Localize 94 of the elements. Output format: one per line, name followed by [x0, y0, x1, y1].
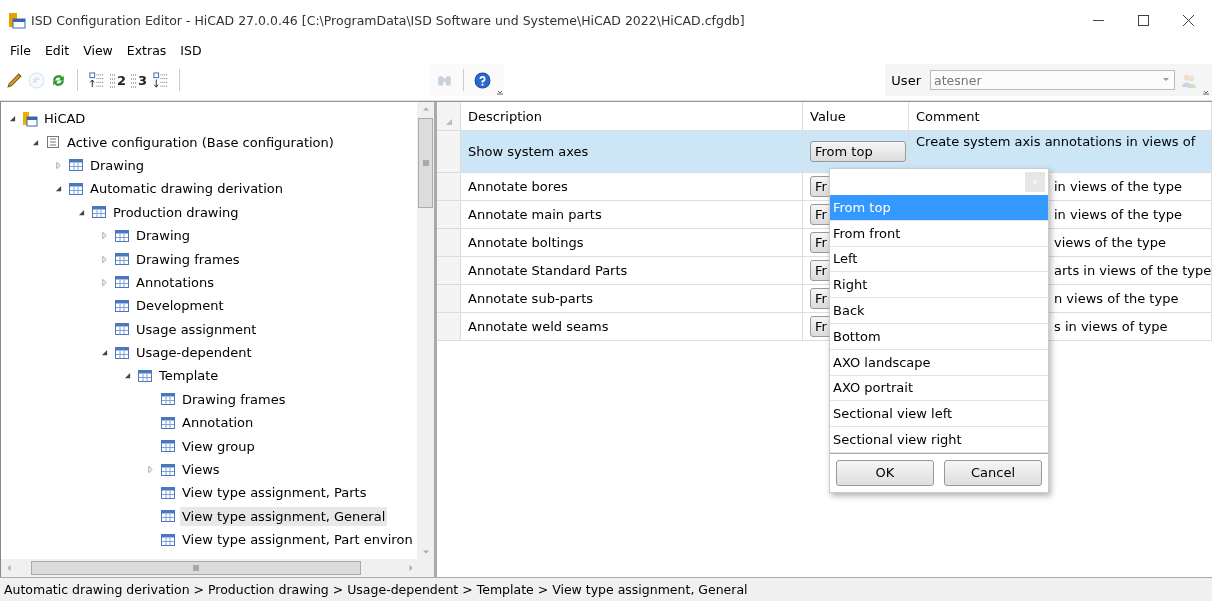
table-icon [114, 274, 130, 291]
column-header[interactable]: Description [461, 102, 803, 130]
table-icon [114, 251, 130, 268]
expanded-arrow-icon[interactable] [77, 208, 85, 216]
tree-item[interactable]: Active configuration (Base configuration) [65, 132, 336, 152]
dropdown-option[interactable]: Right [830, 272, 1048, 299]
tree-item[interactable]: Annotation [180, 413, 256, 433]
tree-item[interactable]: Drawing [134, 226, 193, 246]
table-icon [160, 391, 176, 408]
table-icon [114, 227, 130, 244]
table-icon [68, 180, 84, 197]
tree-item[interactable]: Development [134, 296, 226, 316]
level-button[interactable]: 3 [131, 72, 148, 88]
list-icon [45, 134, 61, 151]
table-icon [160, 438, 176, 455]
dropdown-option[interactable]: Back [830, 298, 1048, 324]
table-cell: Annotate weld seams [461, 313, 803, 340]
value-button[interactable]: From top [810, 141, 906, 162]
tree-item[interactable]: Usage assignment [134, 319, 259, 339]
table-icon [114, 297, 130, 314]
dropdown-option[interactable]: Bottom [830, 324, 1048, 350]
tree-item[interactable]: View type assignment, Part environ [180, 530, 415, 550]
table-icon [68, 157, 84, 174]
overflow-icon[interactable] [496, 88, 505, 96]
table-cell: Annotate sub-parts [461, 285, 803, 312]
table-icon [160, 461, 176, 478]
expanded-arrow-icon[interactable] [8, 115, 16, 123]
tree-item[interactable]: Drawing [88, 155, 147, 175]
table-icon [160, 484, 176, 501]
column-header[interactable]: Comment [909, 102, 1212, 130]
help-icon[interactable] [474, 71, 492, 89]
scrollbar-thumb[interactable] [418, 118, 433, 208]
folder-icon [22, 110, 38, 127]
dotted-lines-icon [131, 72, 138, 88]
collapsed-arrow-icon[interactable] [100, 232, 108, 240]
tree-item[interactable]: HiCAD [42, 109, 88, 129]
overflow-icon[interactable] [1202, 88, 1210, 96]
expanded-arrow-icon[interactable] [54, 185, 62, 193]
dotted-lines-icon [110, 72, 116, 88]
dropdown-option[interactable]: AXO landscape [830, 349, 1048, 376]
dropdown-option[interactable]: Sectional view left [830, 401, 1048, 428]
expanded-arrow-icon[interactable] [100, 349, 108, 357]
collapsed-arrow-icon[interactable] [100, 278, 108, 286]
level-button[interactable]: 2 [110, 72, 127, 88]
dropdown-option[interactable]: Left [830, 246, 1048, 273]
collapse-levels-icon[interactable] [88, 71, 105, 89]
column-header[interactable]: Value [803, 102, 909, 130]
table-cell: Annotate bores [461, 173, 803, 200]
table-icon [91, 204, 107, 221]
dropdown-option[interactable]: AXO portrait [830, 375, 1048, 402]
table-cell: Show system axes [461, 131, 803, 172]
collapsed-arrow-icon[interactable] [146, 466, 154, 474]
tree-item[interactable]: Annotations [134, 272, 217, 292]
menu-item[interactable]: Extras [119, 42, 174, 58]
window-title: ISD Configuration Editor - HiCAD 27.0.0.46 [C:\ProgramData\ISD Software und Systeme\HiCAD 2022\HiCAD.cfgdb] [31, 12, 745, 28]
table-cell: Annotate main parts [461, 201, 803, 228]
tree-item[interactable]: Template [157, 366, 221, 386]
menu-item[interactable]: View [76, 42, 120, 58]
tree-item[interactable]: Automatic drawing derivation [88, 179, 285, 199]
tree-item[interactable]: Drawing frames [180, 389, 288, 409]
cancel-button[interactable]: Cancel [944, 459, 1042, 486]
table-cell: Annotate Standard Parts [461, 257, 803, 284]
menu-item[interactable]: File [3, 42, 38, 58]
tree-item[interactable]: View type assignment, General [180, 506, 388, 526]
tree-item[interactable]: Production drawing [111, 202, 241, 222]
close-icon[interactable] [1183, 14, 1194, 26]
tree-item[interactable]: View type assignment, Parts [180, 483, 369, 503]
pencil-icon[interactable] [6, 71, 23, 89]
menu-item[interactable]: Edit [37, 42, 77, 58]
table-icon [114, 321, 130, 338]
table-cell: Annotate boltings [461, 229, 803, 256]
collapsed-arrow-icon[interactable] [100, 255, 108, 263]
table-icon [160, 414, 176, 431]
app-icon [8, 11, 26, 29]
expanded-arrow-icon[interactable] [31, 138, 39, 146]
menu-item[interactable]: ISD [173, 42, 209, 58]
dropdown-option[interactable]: From front [830, 220, 1048, 247]
select-all-icon[interactable] [444, 118, 453, 126]
dropdown-option[interactable]: Sectional view right [830, 427, 1048, 453]
ok-button[interactable]: OK [836, 459, 934, 486]
table-icon [114, 344, 130, 361]
selected-row[interactable]: Show system axes From top Create system axis annotations in views of [437, 131, 1212, 173]
table-icon [137, 368, 153, 384]
collapsed-arrow-icon[interactable] [54, 161, 62, 169]
user-label: User [891, 72, 921, 88]
table-icon [160, 531, 176, 548]
expanded-arrow-icon[interactable] [123, 372, 131, 380]
tree-item[interactable]: View group [180, 436, 257, 456]
maximize-icon[interactable] [1138, 14, 1149, 26]
tree-item[interactable]: Drawing frames [134, 249, 242, 269]
table-icon [160, 508, 176, 525]
tree-item[interactable]: Usage-dependent [134, 343, 254, 363]
tree-item[interactable]: Views [180, 460, 222, 480]
scrollbar-thumb[interactable] [31, 561, 361, 575]
